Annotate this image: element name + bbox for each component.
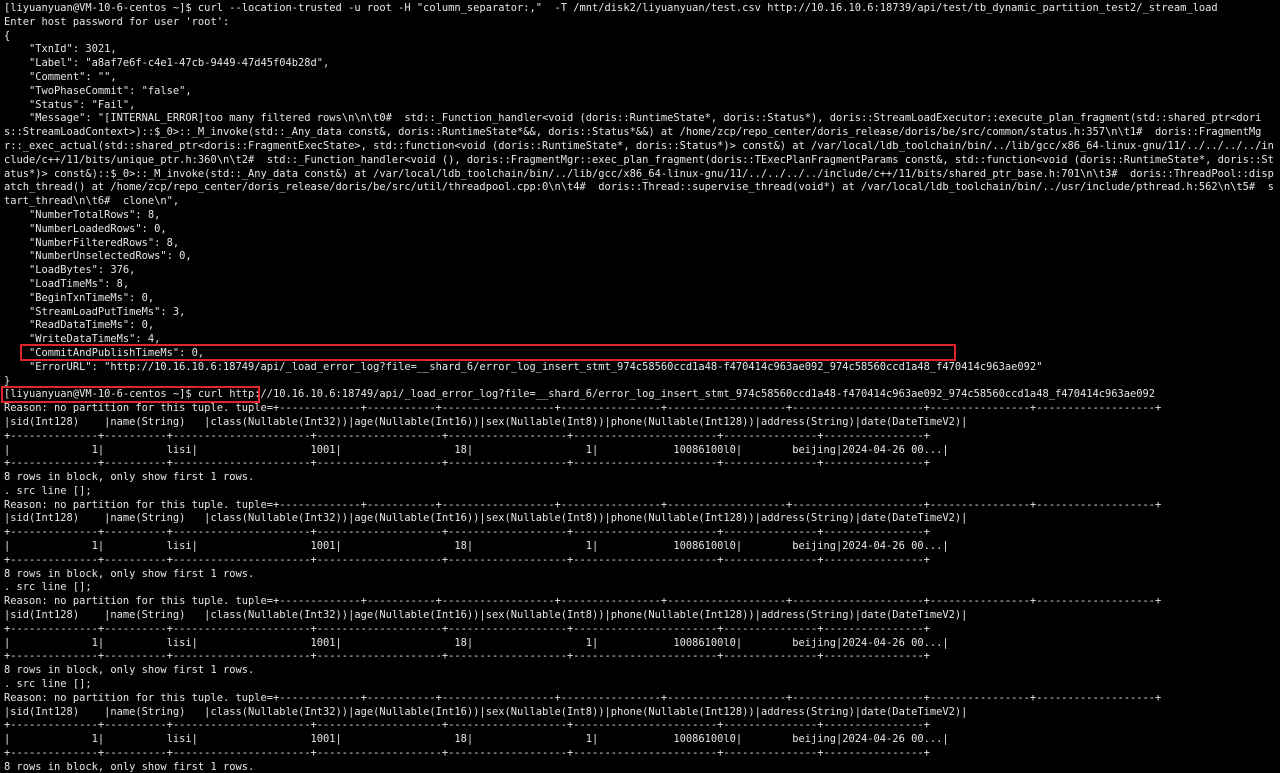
terminal-line: "StreamLoadPutTimeMs": 3,: [4, 305, 186, 318]
terminal-line: "TxnId": 3021,: [4, 43, 117, 56]
terminal-line: +--------------+----------+-------------…: [4, 457, 930, 470]
terminal-line: {: [4, 29, 11, 42]
terminal-line: +--------------+----------+-------------…: [4, 719, 930, 732]
terminal-line: |sid(Int128) |name(String) |class(Nullab…: [4, 415, 968, 428]
terminal-line: "BeginTxnTimeMs": 0,: [4, 291, 155, 304]
terminal-line: . src line [];: [4, 678, 92, 691]
terminal-line: "Message": "[INTERNAL_ERROR]too many fil…: [4, 112, 1274, 208]
terminal-line: "TwoPhaseCommit": "false",: [4, 84, 192, 97]
terminal-line: "ErrorURL": "http://10.16.10.6:18749/api…: [4, 360, 1043, 373]
terminal-line: |sid(Int128) |name(String) |class(Nullab…: [4, 705, 968, 718]
terminal-line: [liyuanyuan@VM-10-6-centos ~]$ curl --lo…: [4, 2, 1218, 14]
terminal-line: |sid(Int128) |name(String) |class(Nullab…: [4, 609, 968, 622]
terminal-line: | 1| lisi| 1001| 18| 1| 10086100l0| beij…: [4, 636, 949, 649]
terminal-line: 8 rows in block, only show first 1 rows.: [4, 760, 255, 773]
terminal-line: +--------------+----------+-------------…: [4, 553, 930, 566]
terminal-line: Reason: no partition for this tuple. tup…: [4, 691, 1162, 704]
terminal-line: +--------------+----------+-------------…: [4, 650, 930, 663]
terminal-line: "NumberLoadedRows": 0,: [4, 222, 167, 235]
terminal-line: Enter host password for user 'root':: [4, 15, 230, 28]
terminal-line: "NumberUnselectedRows": 0,: [4, 250, 192, 263]
terminal-line: }: [4, 374, 11, 387]
terminal-line: | 1| lisi| 1001| 18| 1| 10086100l0| beij…: [4, 733, 949, 746]
terminal-line: . src line [];: [4, 581, 92, 594]
terminal-line: +--------------+----------+-------------…: [4, 429, 930, 442]
terminal-line: "Status": "Fail",: [4, 98, 136, 111]
terminal-line: "ReadDataTimeMs": 0,: [4, 319, 155, 332]
terminal-line: . src line [];: [4, 484, 92, 497]
terminal-line: "NumberTotalRows": 8,: [4, 208, 161, 221]
terminal-line: "NumberFilteredRows": 8,: [4, 236, 180, 249]
terminal-line: | 1| lisi| 1001| 18| 1| 10086100l0| beij…: [4, 540, 949, 553]
terminal-line: Reason: no partition for this tuple. tup…: [4, 498, 1162, 511]
terminal-line: +--------------+----------+-------------…: [4, 526, 930, 539]
terminal-line: Reason: no partition for this tuple. tup…: [4, 402, 1162, 415]
terminal-line: "WriteDataTimeMs": 4,: [4, 333, 161, 346]
terminal-line: "LoadTimeMs": 8,: [4, 277, 130, 290]
terminal-line: [liyuanyuan@VM-10-6-centos ~]$ curl http…: [4, 388, 1156, 401]
terminal-line: Reason: no partition for this tuple. tup…: [4, 595, 1162, 608]
terminal-line: "Comment": "",: [4, 70, 117, 83]
terminal-line: |sid(Int128) |name(String) |class(Nullab…: [4, 512, 968, 525]
terminal-line: "Label": "a8af7e6f-c4e1-47cb-9449-47d45f…: [4, 57, 330, 70]
terminal-line: "CommitAndPublishTimeMs": 0,: [4, 346, 205, 359]
terminal-line: +--------------+----------+-------------…: [4, 747, 930, 760]
terminal-line: 8 rows in block, only show first 1 rows.: [4, 471, 255, 484]
terminal-line: "LoadBytes": 376,: [4, 264, 136, 277]
terminal-line: 8 rows in block, only show first 1 rows.: [4, 664, 255, 677]
terminal-output[interactable]: [liyuanyuan@VM-10-6-centos ~]$ curl --lo…: [0, 0, 1280, 773]
terminal-line: | 1| lisi| 1001| 18| 1| 10086100l0| beij…: [4, 443, 949, 456]
terminal-line: 8 rows in block, only show first 1 rows.: [4, 567, 255, 580]
terminal-line: +--------------+----------+-------------…: [4, 622, 930, 635]
